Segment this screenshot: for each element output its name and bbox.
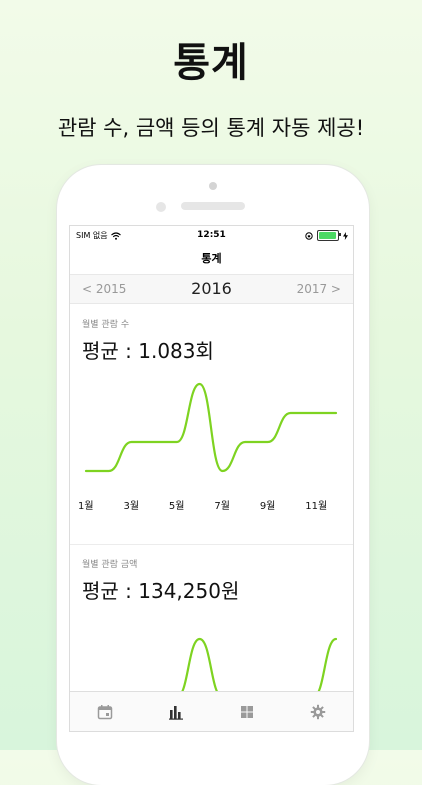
proximity-sensor — [156, 202, 166, 212]
promo-subline: 관람 수, 금액 등의 통계 자동 제공! — [57, 116, 365, 140]
gear-icon — [310, 704, 326, 720]
grid-icon — [241, 706, 253, 718]
monthly-count-card: 월별 관람 수 평균 : 1.083회 1월 3월 5월 7월 9월 11월 — [70, 304, 353, 545]
monthly-count-chart — [84, 382, 338, 473]
monthly-amount-card: 월별 관람 금액 평균 : 134,250원 — [70, 545, 353, 699]
tab-calendar[interactable] — [95, 702, 115, 722]
nav-title: 통계 — [70, 244, 353, 275]
status-bar: SIM 없음 12:51 — [70, 226, 353, 244]
monthly-amount-label: 월별 관람 금액 — [82, 560, 138, 570]
monthly-count-average: 평균 : 1.083회 — [82, 339, 214, 363]
monthly-count-label: 월별 관람 수 — [82, 320, 130, 330]
battery-icon — [317, 230, 341, 241]
bar-chart-icon — [169, 706, 183, 720]
calendar-icon — [97, 705, 113, 720]
monthly-count-line — [84, 382, 338, 473]
battery-level — [319, 232, 337, 239]
month-tick-label: 5월 — [168, 501, 185, 512]
tab-settings[interactable] — [308, 702, 328, 722]
month-tick-label: 7월 — [214, 501, 230, 512]
phone-frame: SIM 없음 12:51 통계 < 2015 2016 2017 > 월별 관람… — [57, 165, 369, 785]
month-tick-label: 3월 — [123, 501, 140, 512]
month-tick-label: 9월 — [259, 501, 276, 512]
month-tick-label: 11월 — [305, 501, 328, 512]
promo-headline: 통계 — [173, 40, 249, 86]
tab-bar — [70, 691, 353, 731]
earpiece-speaker — [181, 202, 245, 210]
charging-bolt-icon — [343, 231, 348, 240]
year-selector: < 2015 2016 2017 > — [70, 275, 353, 304]
monthly-amount-average: 평균 : 134,250원 — [82, 579, 240, 603]
app-screen: SIM 없음 12:51 통계 < 2015 2016 2017 > 월별 관람… — [69, 225, 354, 732]
tab-collection[interactable] — [237, 702, 257, 722]
orientation-lock-icon — [305, 231, 313, 240]
next-year-button[interactable]: 2017 > — [297, 282, 341, 296]
tab-statistics[interactable] — [166, 702, 186, 722]
month-tick-label: 1월 — [78, 501, 94, 512]
front-camera — [209, 182, 217, 190]
monthly-amount-line — [84, 637, 338, 699]
